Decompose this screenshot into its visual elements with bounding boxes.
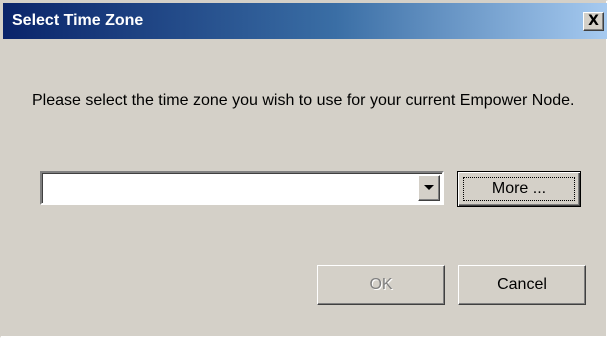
select-time-zone-dialog: Select Time Zone X Please select the tim… <box>0 0 608 338</box>
title-bar[interactable]: Select Time Zone X <box>3 3 607 39</box>
cancel-button[interactable]: Cancel <box>458 265 586 305</box>
instruction-text: Please select the time zone you wish to … <box>32 92 575 109</box>
more-button[interactable]: More ... <box>457 171 581 207</box>
more-button-label: More ... <box>463 177 575 201</box>
close-button[interactable]: X <box>583 12 604 31</box>
ok-button[interactable]: OK <box>317 265 445 305</box>
close-icon: X <box>588 13 599 29</box>
chevron-down-icon <box>424 185 434 190</box>
window-title: Select Time Zone <box>12 12 144 29</box>
dropdown-arrow-button[interactable] <box>418 175 440 201</box>
time-zone-dropdown[interactable] <box>40 171 444 205</box>
